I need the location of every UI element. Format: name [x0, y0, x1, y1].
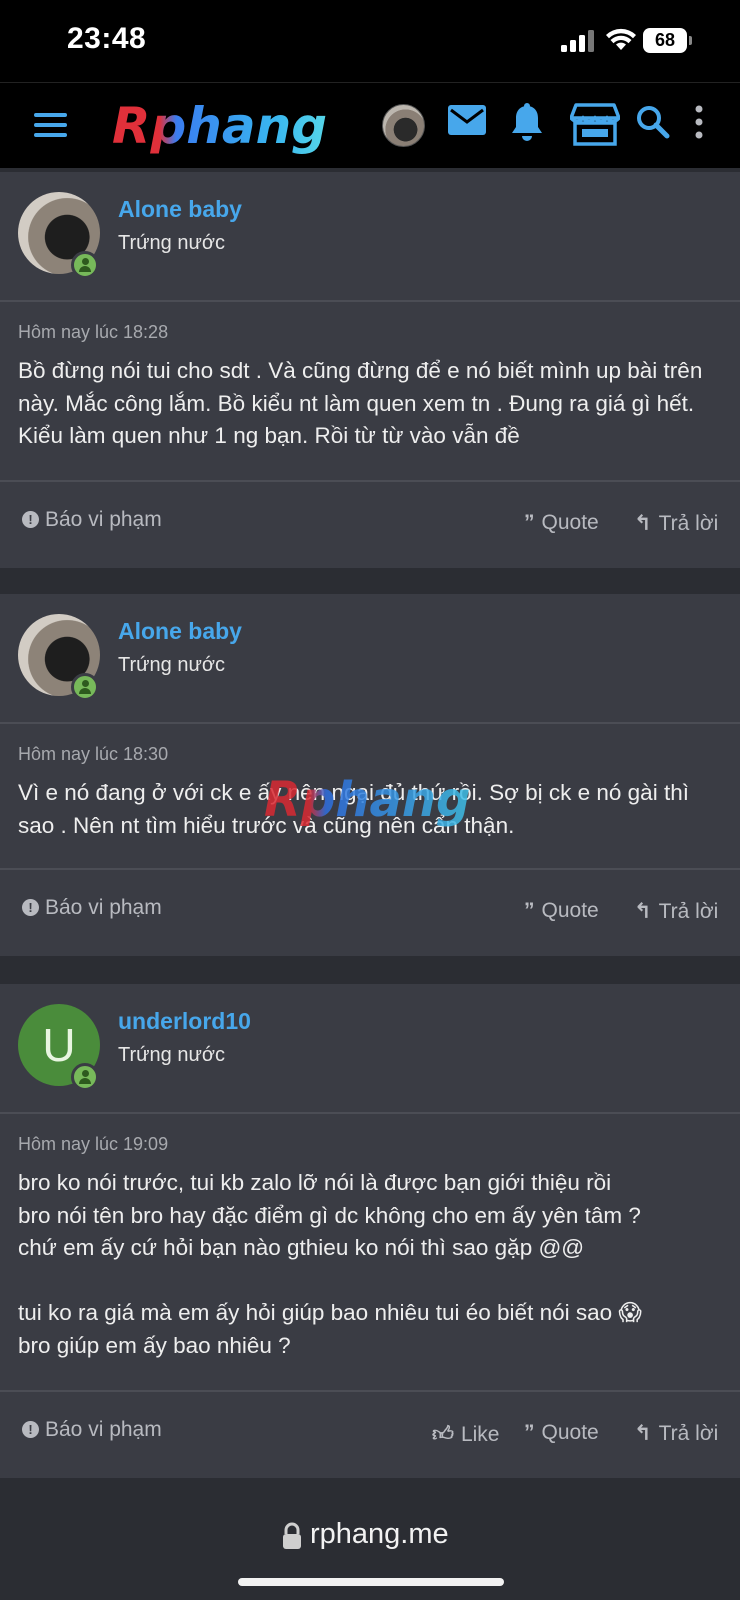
status-bar: 23:48 68 [0, 0, 740, 82]
wifi-icon [606, 28, 636, 50]
logo-text: Rphang [112, 97, 327, 155]
quote-label: Quote [541, 1421, 599, 1444]
quote-button[interactable]: ” Quote [524, 899, 599, 923]
alert-icon: ! [22, 511, 39, 528]
user-title: Trứng nước [118, 654, 225, 676]
store-icon[interactable] [570, 102, 620, 146]
watermark-text: Rphang [264, 772, 470, 828]
reply-icon: ↰ [634, 512, 652, 535]
reply-icon: ↰ [634, 900, 652, 923]
app-header: Rphang [0, 82, 740, 168]
quote-icon: ” [524, 511, 535, 534]
post-body: Hôm nay lúc 19:09 bro ko nói trước, tui … [0, 1114, 740, 1392]
online-status-icon [71, 1063, 99, 1091]
reply-icon: ↰ [634, 1422, 652, 1445]
user-title: Trứng nước [118, 1044, 225, 1066]
quote-icon: ” [524, 899, 535, 922]
post-message: bro ko nói trước, tui kb zalo lỡ nói là … [18, 1170, 642, 1358]
post-timestamp[interactable]: Hôm nay lúc 18:28 [18, 322, 722, 343]
status-time: 23:48 [67, 22, 147, 55]
reply-button[interactable]: ↰ Trả lời [634, 1421, 718, 1446]
home-indicator[interactable] [238, 1578, 504, 1586]
post-actions: ! Báo vi phạm ” Quote ↰ Trả lời [0, 482, 740, 564]
alert-icon: ! [22, 1421, 39, 1438]
reply-button[interactable]: ↰ Trả lời [634, 511, 718, 536]
mail-icon[interactable] [448, 105, 486, 135]
post-actions: ! Báo vi phạm 👍︎ Like ” Quote ↰ Trả lời [0, 1392, 740, 1474]
online-status-icon [71, 251, 99, 279]
report-label: Báo vi phạm [45, 508, 162, 531]
quote-button[interactable]: ” Quote [524, 511, 599, 535]
reply-label: Trả lời [658, 900, 719, 923]
browser-url-bar[interactable]: rphang.me [0, 1508, 740, 1600]
lock-icon [283, 1522, 301, 1549]
username-link[interactable]: underlord10 [118, 1008, 251, 1035]
site-logo[interactable]: Rphang [108, 97, 333, 157]
hamburger-menu-icon[interactable] [34, 111, 68, 139]
post-header: Alone baby Trứng nước [0, 594, 740, 724]
post-card: U underlord10 Trứng nước Hôm nay lúc 19:… [0, 984, 740, 1478]
watermark-logo: Rphang [264, 772, 470, 828]
report-button[interactable]: ! Báo vi phạm [22, 508, 162, 532]
report-label: Báo vi phạm [45, 896, 162, 919]
post-message: Bồ đừng nói tui cho sdt . Và cũng đừng đ… [18, 358, 703, 448]
reply-label: Trả lời [658, 1422, 719, 1445]
quote-label: Quote [541, 899, 599, 922]
quote-icon: ” [524, 1421, 535, 1444]
quote-label: Quote [541, 511, 599, 534]
thumbs-up-icon: 👍︎ [432, 1423, 454, 1446]
post-header: Alone baby Trứng nước [0, 172, 740, 302]
more-options-icon[interactable] [694, 105, 704, 139]
post-header: U underlord10 Trứng nước [0, 984, 740, 1114]
bell-icon[interactable] [510, 103, 544, 143]
battery-indicator: 68 [643, 28, 692, 53]
search-icon[interactable] [636, 105, 670, 139]
username-link[interactable]: Alone baby [118, 196, 242, 223]
post-actions: ! Báo vi phạm ” Quote ↰ Trả lời [0, 870, 740, 952]
account-avatar[interactable] [382, 104, 425, 147]
report-button[interactable]: ! Báo vi phạm [22, 1418, 162, 1442]
username-link[interactable]: Alone baby [118, 618, 242, 645]
post-timestamp[interactable]: Hôm nay lúc 19:09 [18, 1134, 722, 1155]
user-title: Trứng nước [118, 232, 225, 254]
alert-icon: ! [22, 899, 39, 916]
post-timestamp[interactable]: Hôm nay lúc 18:30 [18, 744, 722, 765]
quote-button[interactable]: ” Quote [524, 1421, 599, 1445]
like-label: Like [460, 1423, 500, 1446]
post-card: Alone baby Trứng nước Hôm nay lúc 18:28 … [0, 172, 740, 568]
url-domain[interactable]: rphang.me [310, 1518, 449, 1551]
online-status-icon [71, 673, 99, 701]
post-body: Hôm nay lúc 18:28 Bồ đừng nói tui cho sd… [0, 302, 740, 482]
like-button[interactable]: 👍︎ Like [432, 1421, 499, 1447]
report-button[interactable]: ! Báo vi phạm [22, 896, 162, 920]
signal-icon [561, 30, 594, 52]
reply-button[interactable]: ↰ Trả lời [634, 899, 718, 924]
report-label: Báo vi phạm [45, 1418, 162, 1441]
reply-label: Trả lời [658, 512, 719, 535]
